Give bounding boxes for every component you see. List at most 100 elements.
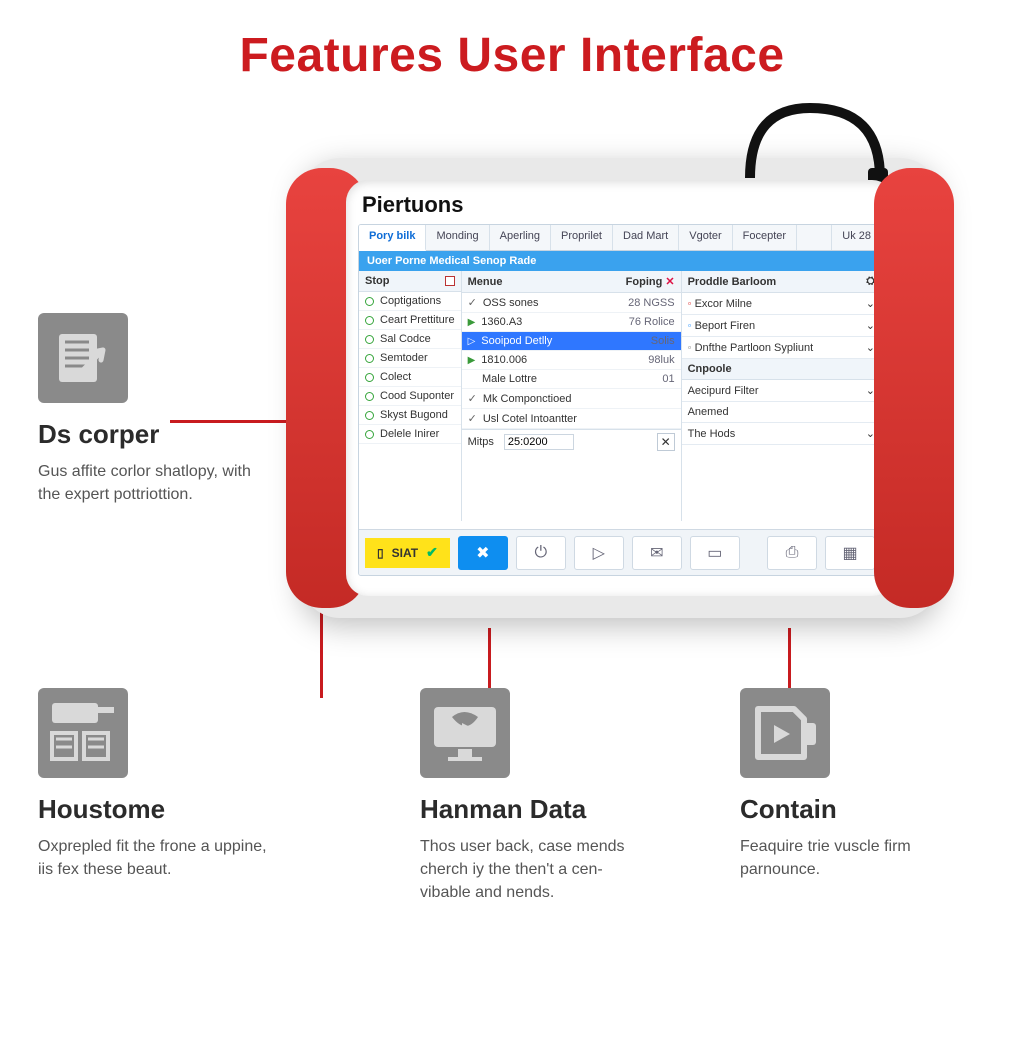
col-head-left: Menue: [468, 276, 503, 288]
row-key: 1810.006: [481, 354, 527, 366]
tab[interactable]: Monding: [426, 225, 489, 250]
print-icon: ⎙: [786, 544, 799, 562]
data-row[interactable]: ▶ 1810.006 98luk: [462, 351, 681, 370]
play-icon: ▷: [593, 543, 605, 563]
row-val: 28 NGSS: [628, 297, 674, 309]
option-row[interactable]: Aecipurd Filter ⌄: [682, 380, 881, 402]
card-button[interactable]: ▭: [690, 536, 740, 570]
data-row[interactable]: ✓Usl Cotel Intoantter: [462, 409, 681, 429]
row-key: OSS sones: [483, 297, 539, 309]
chevron-down-icon: ⌄: [866, 341, 875, 354]
status-dot-icon: [365, 392, 374, 401]
diagnostic-device: Piertuons Pory bilk Monding Aperling Pro…: [300, 158, 940, 618]
tools-button[interactable]: ✖: [458, 536, 508, 570]
collapse-icon[interactable]: [445, 276, 455, 286]
tab[interactable]: Proprilet: [551, 225, 613, 250]
dropdown[interactable]: ◦ Excor Milne⌄: [682, 293, 881, 315]
sidebar-item[interactable]: Delele Inirer: [359, 425, 461, 444]
page-title: Features User Interface: [0, 28, 1024, 83]
row-key: Sooipod Detlly: [481, 335, 552, 347]
callout-title: Houstome: [38, 794, 268, 825]
power-button[interactable]: ⏻: [516, 536, 566, 570]
option-label: Aecipurd Filter: [688, 385, 759, 397]
sidebar-item-label: Ceart Prettiture: [380, 314, 455, 326]
sidebar-item-label: Semtoder: [380, 352, 428, 364]
sidebar-item[interactable]: Semtoder: [359, 349, 461, 368]
play-icon: ▷: [468, 336, 476, 347]
callout-body: Gus affite corlor shatlopy, with the exp…: [38, 460, 268, 506]
status-chip: ▯ SIAT ✔: [365, 538, 450, 568]
callout-body: Oxprepled fit the frone a uppine, iis fe…: [38, 835, 268, 881]
data-row[interactable]: ✓Mk Componctioed: [462, 389, 681, 409]
callout-title: Contain: [740, 794, 970, 825]
sidebar-item[interactable]: Sal Codce: [359, 330, 461, 349]
bottom-toolbar: ▯ SIAT ✔ ✖ ⏻ ▷ ✉ ▭ ⎙ ▦: [359, 529, 881, 575]
tab[interactable]: Aperling: [490, 225, 551, 250]
connector-line: [788, 628, 791, 696]
close-icon[interactable]: ✕: [665, 276, 674, 288]
tab-right[interactable]: Uk 28: [831, 225, 881, 250]
print-button[interactable]: ⎙: [767, 536, 817, 570]
sidebar-item[interactable]: Ceart Prettiture: [359, 311, 461, 330]
sidebar-item-label: Delele Inirer: [380, 428, 439, 440]
monitor-play-icon: [420, 688, 510, 778]
play-button[interactable]: ▷: [574, 536, 624, 570]
data-row[interactable]: ✓OSS sones28 NGSS: [462, 293, 681, 313]
sidebar-item[interactable]: Coptigations: [359, 292, 461, 311]
grid-icon: ▦: [842, 543, 857, 563]
tab[interactable]: Focepter: [733, 225, 797, 250]
data-row-selected[interactable]: ▷ Sooipod Detlly Solis: [462, 332, 681, 351]
check-icon: ✓: [468, 412, 477, 425]
tab[interactable]: Dad Mart: [613, 225, 679, 250]
grid-button[interactable]: ▦: [825, 536, 875, 570]
feature-callout: Hanman Data Thos user back, case mends c…: [420, 688, 650, 905]
status-dot-icon: [365, 335, 374, 344]
play-icon: ▶: [468, 355, 476, 366]
tab-bar: Pory bilk Monding Aperling Proprilet Dad…: [359, 225, 881, 251]
feature-callout: Ds corper Gus affite corlor shatlopy, wi…: [38, 313, 268, 506]
sidebar-item[interactable]: Colect: [359, 368, 461, 387]
power-icon: ⏻: [534, 544, 547, 562]
meter-bar: Mitps ✕: [462, 429, 681, 454]
wrench-icon: ✖: [476, 543, 489, 563]
sidebar-item-label: Colect: [380, 371, 411, 383]
row-val: Solis: [651, 335, 675, 347]
meter-input[interactable]: [504, 434, 574, 450]
row-val: 76 Rolice: [629, 316, 675, 328]
dropdown[interactable]: ◦ Dnfthe Partloon Sypliunt⌄: [682, 337, 881, 359]
row-key: 1360.A3: [481, 316, 522, 328]
dropdown[interactable]: ◦ Beport Firen⌄: [682, 315, 881, 337]
data-row[interactable]: Male Lottre01: [462, 370, 681, 389]
connector-line: [488, 628, 491, 696]
obd-cable: [740, 98, 890, 188]
battery-icon: ▯: [377, 546, 384, 560]
chevron-down-icon: ⌄: [866, 384, 875, 397]
col-head-right: Foping: [626, 276, 663, 288]
tab[interactable]: Vgoter: [679, 225, 732, 250]
mail-button[interactable]: ✉: [632, 536, 682, 570]
section-head: Proddle Barloom: [688, 276, 777, 288]
status-dot-icon: [365, 411, 374, 420]
document-arrow-icon: [38, 313, 128, 403]
dropdown-label: Dnfthe Partloon Sypliunt: [695, 342, 814, 354]
row-key: Mk Componctioed: [483, 393, 572, 405]
data-row[interactable]: ▶1360.A376 Rolice: [462, 313, 681, 332]
option-label: Anemed: [688, 406, 729, 418]
config-icon[interactable]: ⛭: [866, 275, 875, 288]
option-row[interactable]: Anemed: [682, 402, 881, 423]
row-key: Male Lottre: [482, 373, 537, 385]
row-val: 98luk: [648, 354, 674, 366]
options-column: Proddle Barloom ⛭ ◦ Excor Milne⌄ ◦ Beport…: [682, 271, 881, 521]
status-dot-icon: [365, 297, 374, 306]
callout-title: Hanman Data: [420, 794, 650, 825]
callout-body: Thos user back, case mends cherch iy the…: [420, 835, 650, 905]
status-dot-icon: [365, 316, 374, 325]
clear-button[interactable]: ✕: [657, 433, 675, 451]
tab[interactable]: Pory bilk: [359, 225, 426, 251]
status-label: SIAT: [392, 546, 418, 560]
sidebar-item-label: Sal Codce: [380, 333, 431, 345]
sidebar-item[interactable]: Cood Suponter: [359, 387, 461, 406]
option-row[interactable]: The Hods⌄: [682, 423, 881, 445]
sidebar-item[interactable]: Skyst Bugond: [359, 406, 461, 425]
meter-label: Mitps: [468, 436, 494, 448]
